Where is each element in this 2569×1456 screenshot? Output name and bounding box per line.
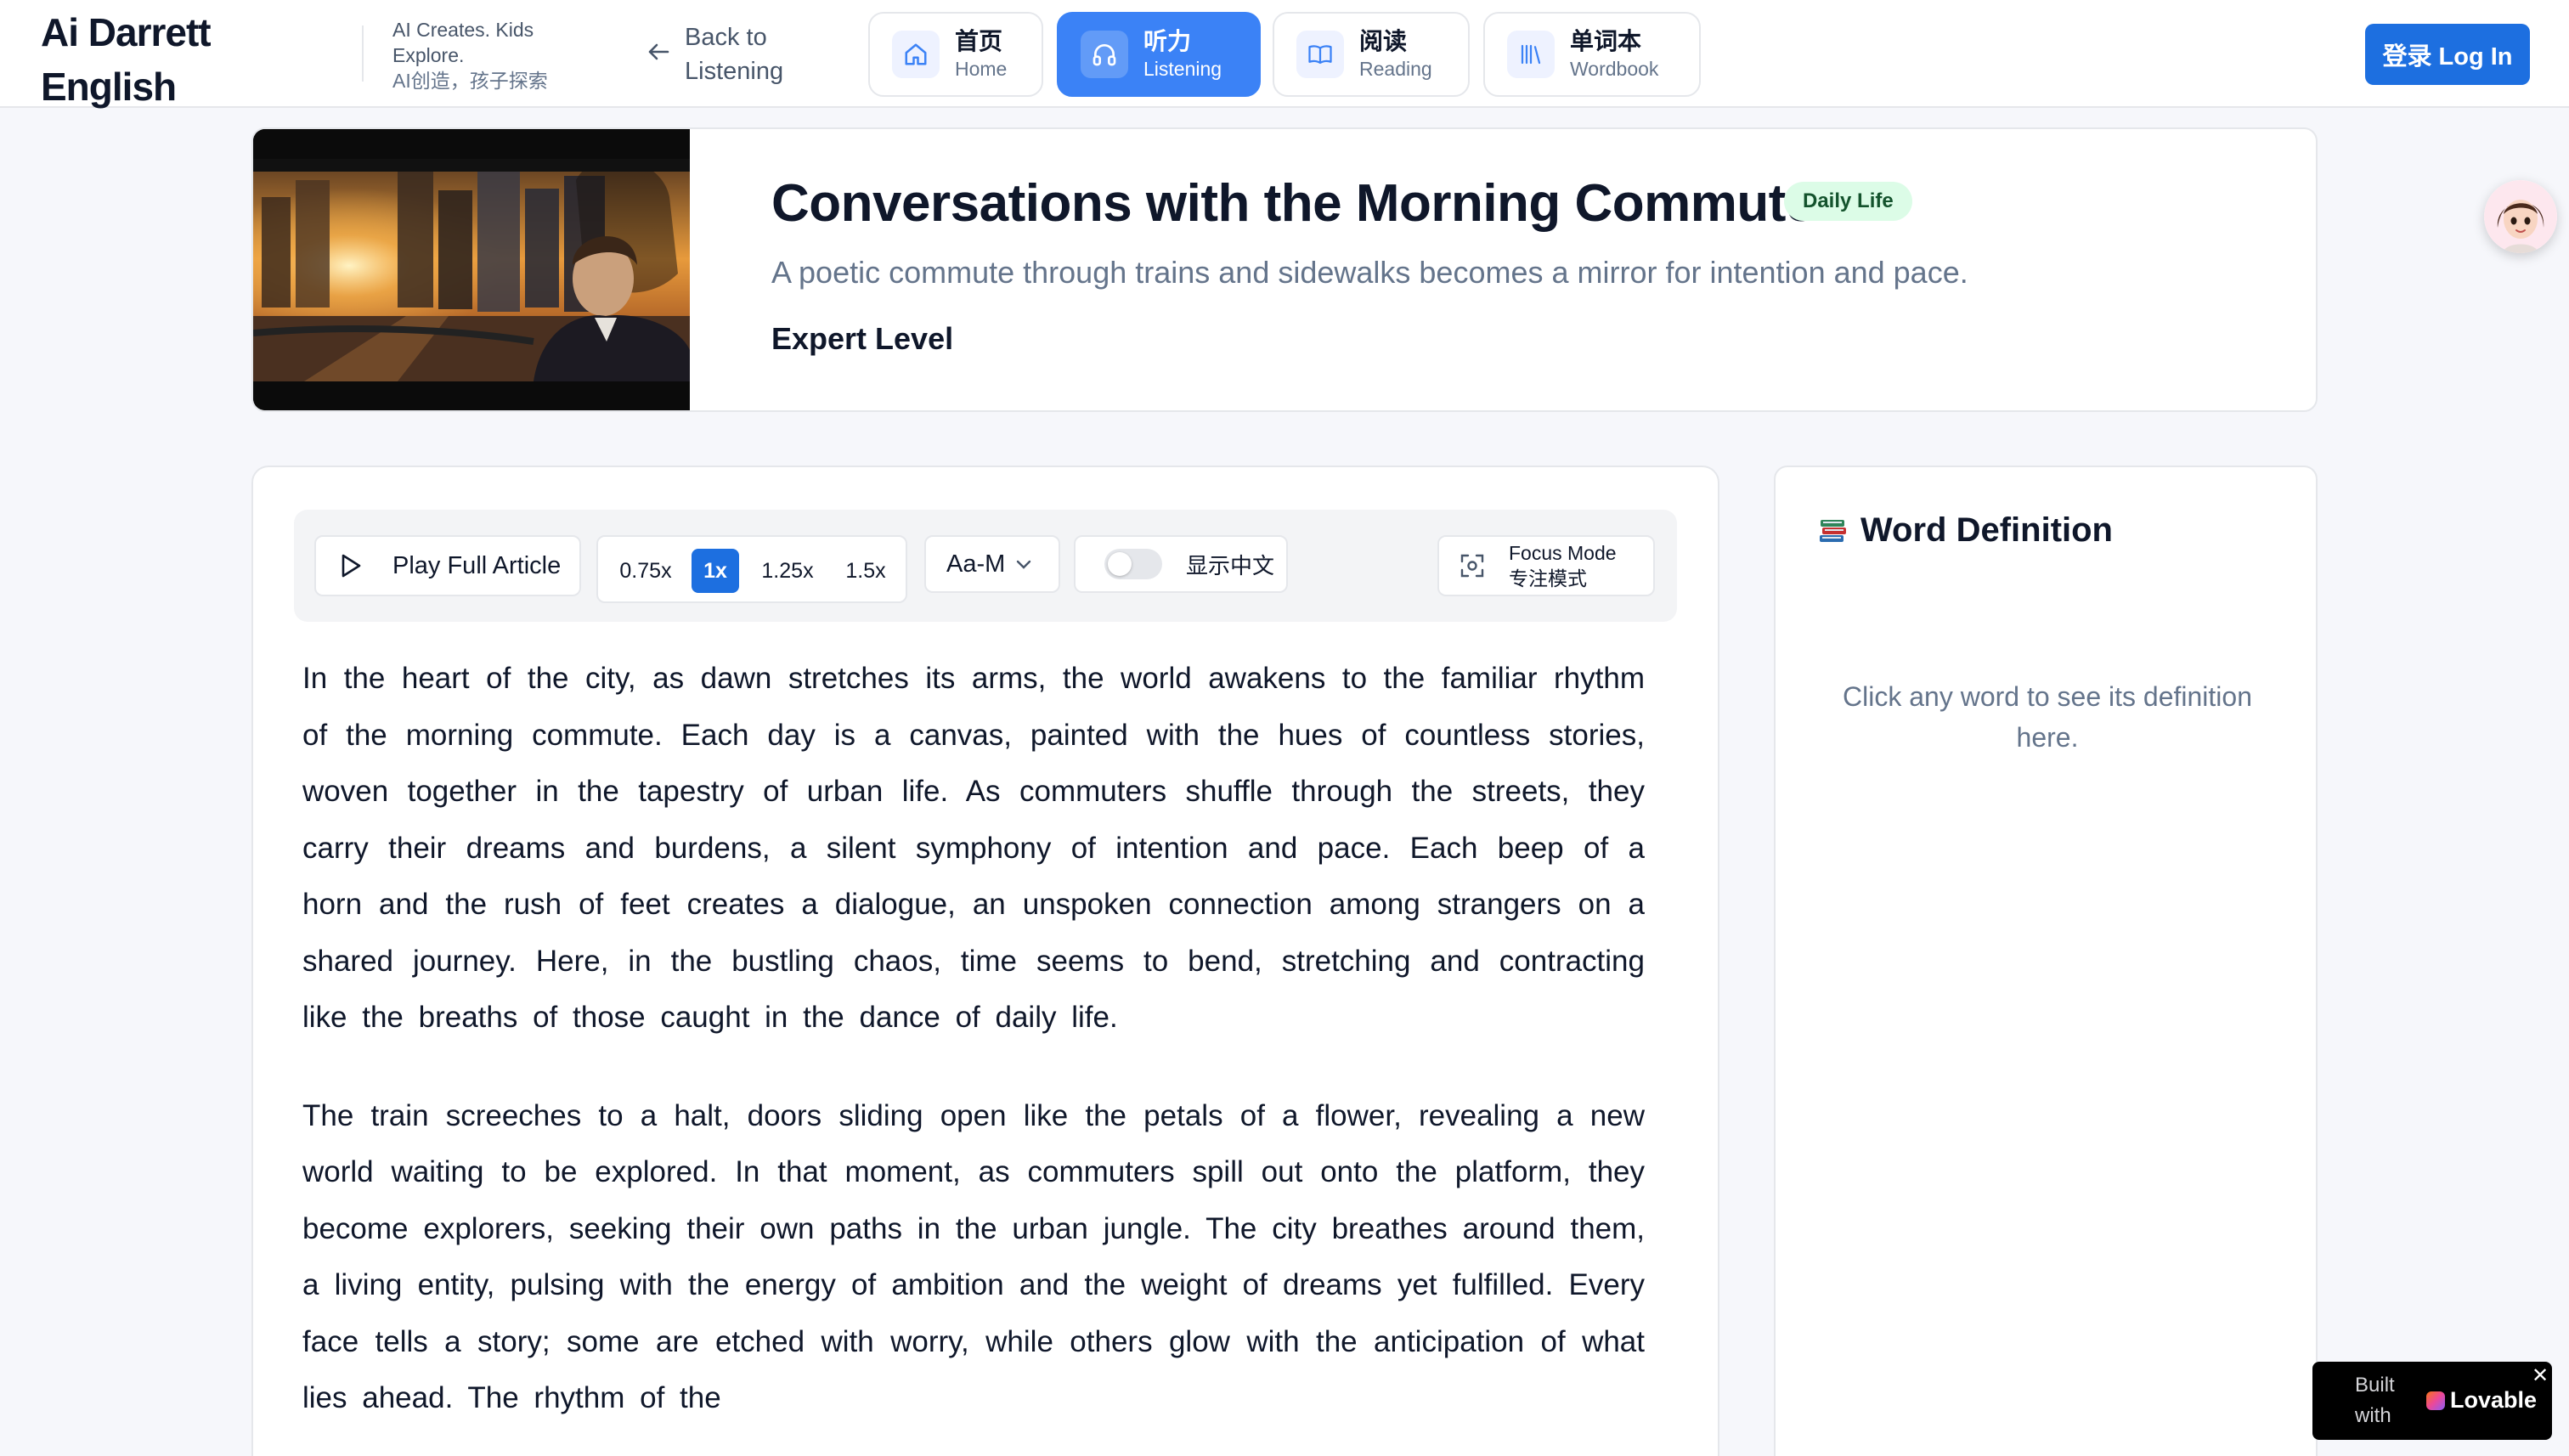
top-header: Ai Darrett English AI Creates. Kids Expl… — [0, 0, 2569, 109]
focus-mode-zh: 专注模式 — [1509, 567, 1587, 590]
show-chinese-toggle[interactable]: 显示中文 — [1074, 535, 1288, 593]
nav-reading-zh: 阅读 — [1359, 28, 1408, 54]
word-definition-hint: Click any word to see its definition her… — [1843, 681, 2252, 753]
header-divider — [362, 25, 364, 82]
font-size-select[interactable]: Aa-M — [924, 535, 1060, 593]
nav-home-en: Home — [955, 58, 1008, 80]
lovable-heart-icon — [2426, 1391, 2445, 1410]
back-to-listening-label: Back to Listening — [685, 24, 784, 85]
nav-listening[interactable]: 听力 Listening — [1057, 12, 1261, 97]
speed-option-active[interactable]: 1x — [692, 549, 739, 593]
article-title: Conversations with the Morning Commute — [771, 174, 1815, 233]
brand-logo[interactable]: Ai Darrett English — [41, 5, 212, 114]
audio-toolbar: Play Full Article 0.75x 1x 1.25x 1.5x Aa… — [294, 510, 1677, 622]
library-icon — [1507, 31, 1555, 78]
nav-reading[interactable]: 阅读 Reading — [1273, 12, 1470, 97]
tagline-en: AI Creates. Kids Explore. — [392, 19, 534, 66]
article-subtitle: A poetic commute through trains and side… — [771, 255, 1968, 290]
word-definition-title: Word Definition — [1860, 511, 2113, 549]
headphones-icon — [1081, 31, 1128, 78]
toggle-switch[interactable] — [1104, 549, 1162, 579]
article-cover-image — [253, 129, 690, 410]
nav-home-zh: 首页 — [955, 28, 1003, 54]
assistant-avatar[interactable] — [2484, 180, 2557, 253]
nav-listening-zh: 听力 — [1143, 28, 1192, 54]
toggle-knob — [1108, 552, 1132, 576]
difficulty-level: Expert Level — [771, 321, 954, 356]
lovable-brand: Lovable — [2450, 1387, 2538, 1413]
chevron-down-icon — [1017, 560, 1031, 569]
lovable-logo: Lovable — [2426, 1387, 2537, 1414]
article-paragraph[interactable]: In the heart of the city, as dawn stretc… — [302, 651, 1645, 1047]
font-size-value: Aa-M — [946, 550, 1006, 578]
nav-home[interactable]: 首页 Home — [868, 12, 1043, 97]
word-definition-heading: Word Definition — [1818, 511, 2113, 550]
article-hero-card: Conversations with the Morning Commute D… — [251, 127, 2318, 412]
category-badge: Daily Life — [1784, 182, 1912, 221]
focus-mode-en: Focus Mode — [1509, 542, 1617, 564]
focus-mode-button[interactable]: Focus Mode 专注模式 — [1437, 535, 1655, 596]
play-full-article-label: Play Full Article — [392, 551, 562, 579]
article-card: Play Full Article 0.75x 1x 1.25x 1.5x Aa… — [251, 466, 1719, 1456]
close-icon[interactable]: ✕ — [2532, 1363, 2549, 1388]
tagline-zh: AI创造，孩子探索 — [392, 70, 548, 92]
speed-option[interactable]: 1.25x — [749, 549, 826, 593]
arrow-left-icon — [648, 43, 669, 60]
back-to-listening-link[interactable]: Back to Listening — [647, 20, 804, 88]
word-definition-panel: Word Definition Click any word to see it… — [1774, 466, 2318, 1456]
speed-option[interactable]: 0.75x — [610, 549, 681, 593]
playback-speed-group: 0.75x 1x 1.25x 1.5x — [596, 535, 907, 603]
login-button[interactable]: 登录 Log In — [2365, 24, 2530, 85]
speed-option[interactable]: 1.5x — [834, 549, 897, 593]
show-chinese-label: 显示中文 — [1186, 552, 1275, 578]
built-with-lovable-badge[interactable]: Built with Lovable ✕ — [2312, 1362, 2552, 1440]
nav-wordbook-en: Wordbook — [1570, 58, 1659, 80]
play-icon — [342, 554, 361, 578]
nav-listening-en: Listening — [1143, 58, 1222, 80]
nav-wordbook-zh: 单词本 — [1570, 28, 1642, 54]
focus-icon — [1460, 554, 1484, 578]
books-icon — [1820, 519, 1846, 542]
home-icon — [892, 31, 940, 78]
book-open-icon — [1296, 31, 1344, 78]
nav-reading-en: Reading — [1359, 58, 1432, 80]
built-with-label: Built with — [2355, 1374, 2395, 1427]
nav-wordbook[interactable]: 单词本 Wordbook — [1483, 12, 1701, 97]
play-full-article-button[interactable]: Play Full Article — [314, 535, 581, 596]
tagline: AI Creates. Kids Explore. AI创造，孩子探索 — [392, 17, 588, 93]
article-paragraph[interactable]: The train screeches to a halt, doors sli… — [302, 1088, 1645, 1427]
article-text: In the heart of the city, as dawn stretc… — [302, 651, 1645, 1456]
